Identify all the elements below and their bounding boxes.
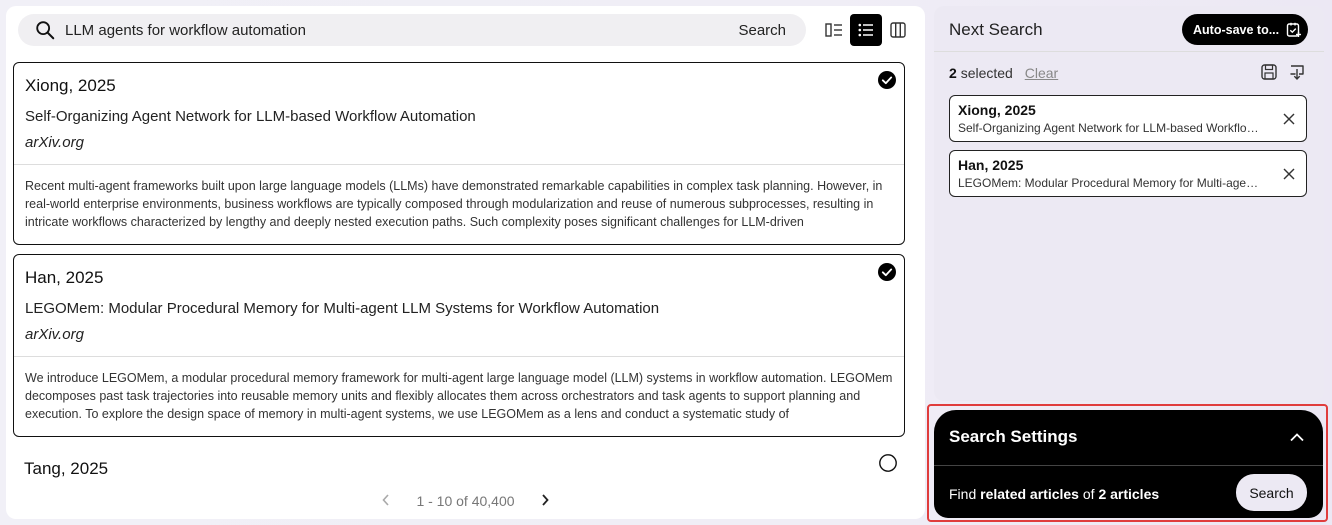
chevron-left-icon: [382, 494, 390, 506]
selected-article-chip[interactable]: Xiong, 2025 Self-Organizing Agent Networ…: [949, 95, 1307, 142]
view-toggle-group: [818, 14, 914, 46]
result-author: Tang, 2025: [24, 459, 109, 478]
search-settings-title: Search Settings: [949, 427, 1078, 446]
result-card[interactable]: Xiong, 2025 Self-Organizing Agent Networ…: [13, 62, 905, 245]
next-search-title: Next Search: [949, 20, 1043, 39]
search-button[interactable]: Search: [738, 22, 786, 39]
compact-view-icon: [825, 23, 842, 37]
close-icon[interactable]: [1282, 112, 1296, 126]
result-venue: arXiv.org: [25, 134, 84, 151]
auto-save-button[interactable]: Auto-save to...: [1182, 14, 1308, 45]
next-page-button[interactable]: [541, 493, 549, 509]
result-header: Han, 2025 LEGOMem: Modular Procedural Me…: [14, 255, 904, 357]
chip-title: Self-Organizing Agent Network for LLM-ba…: [958, 121, 1264, 135]
selection-summary: 2 selected Clear: [949, 65, 1058, 81]
settings-divider: [934, 465, 1323, 466]
next-search-header: Next Search Auto-save to...: [934, 6, 1324, 52]
search-input[interactable]: [65, 21, 739, 39]
page-range: 1 - 10 of 40,400: [416, 493, 515, 509]
find-of: of: [1082, 486, 1095, 502]
columns-view-toggle[interactable]: [882, 14, 914, 46]
save-icon[interactable]: [1260, 63, 1278, 81]
result-card[interactable]: Han, 2025 LEGOMem: Modular Procedural Me…: [13, 254, 905, 437]
compact-view-toggle[interactable]: [818, 14, 850, 46]
checked-circle-icon[interactable]: [878, 263, 896, 281]
save-to-list-icon: [1286, 22, 1302, 37]
prev-page-button[interactable]: [382, 493, 390, 509]
result-author: Han, 2025: [25, 268, 104, 287]
list-view-toggle[interactable]: [850, 14, 882, 46]
chevron-right-icon: [541, 494, 549, 506]
download-icon[interactable]: [1288, 63, 1306, 81]
selected-count: 2: [949, 65, 957, 81]
auto-save-label: Auto-save to...: [1193, 22, 1280, 37]
chip-author: Han, 2025: [958, 157, 1024, 173]
find-prefix: Find: [949, 486, 977, 502]
result-abstract: We introduce LEGOMem, a modular procedur…: [25, 371, 893, 421]
checked-circle-icon[interactable]: [878, 71, 896, 89]
search-settings-panel: Search Settings Find related articles of…: [934, 410, 1323, 518]
result-title[interactable]: Self-Organizing Agent Network for LLM-ba…: [25, 108, 893, 125]
pagination: 1 - 10 of 40,400: [6, 486, 925, 516]
results-panel: Search: [6, 6, 925, 519]
chip-title: LEGOMem: Modular Procedural Memory for M…: [958, 176, 1264, 190]
find-related-summary: Find related articles of 2 articles: [949, 486, 1159, 502]
results-list: Xiong, 2025 Self-Organizing Agent Networ…: [13, 62, 905, 495]
result-author: Xiong, 2025: [25, 76, 116, 95]
result-venue: arXiv.org: [25, 326, 84, 343]
selection-tools: [1260, 63, 1306, 81]
chevron-up-icon[interactable]: [1289, 431, 1305, 443]
search-bar: Search: [18, 14, 806, 46]
selected-article-chip[interactable]: Han, 2025 LEGOMem: Modular Procedural Me…: [949, 150, 1307, 197]
clear-selection-link[interactable]: Clear: [1025, 65, 1058, 81]
find-related-label: related articles: [980, 486, 1079, 502]
chip-author: Xiong, 2025: [958, 102, 1036, 118]
result-card[interactable]: Tang, 2025: [13, 446, 905, 486]
result-title[interactable]: LEGOMem: Modular Procedural Memory for M…: [25, 300, 893, 317]
unchecked-circle-icon[interactable]: [879, 454, 897, 472]
columns-view-icon: [890, 22, 906, 38]
close-icon[interactable]: [1282, 167, 1296, 181]
search-icon: [36, 21, 55, 40]
find-count: 2 articles: [1098, 486, 1160, 502]
next-search-panel: Next Search Auto-save to... 2 selected C…: [934, 6, 1324, 401]
result-header: Tang, 2025: [13, 446, 905, 486]
selected-suffix: selected: [960, 65, 1013, 81]
result-abstract: Recent multi-agent frameworks built upon…: [25, 179, 883, 229]
result-header: Xiong, 2025 Self-Organizing Agent Networ…: [14, 63, 904, 165]
list-view-icon: [858, 23, 873, 37]
run-search-button[interactable]: Search: [1236, 474, 1307, 511]
